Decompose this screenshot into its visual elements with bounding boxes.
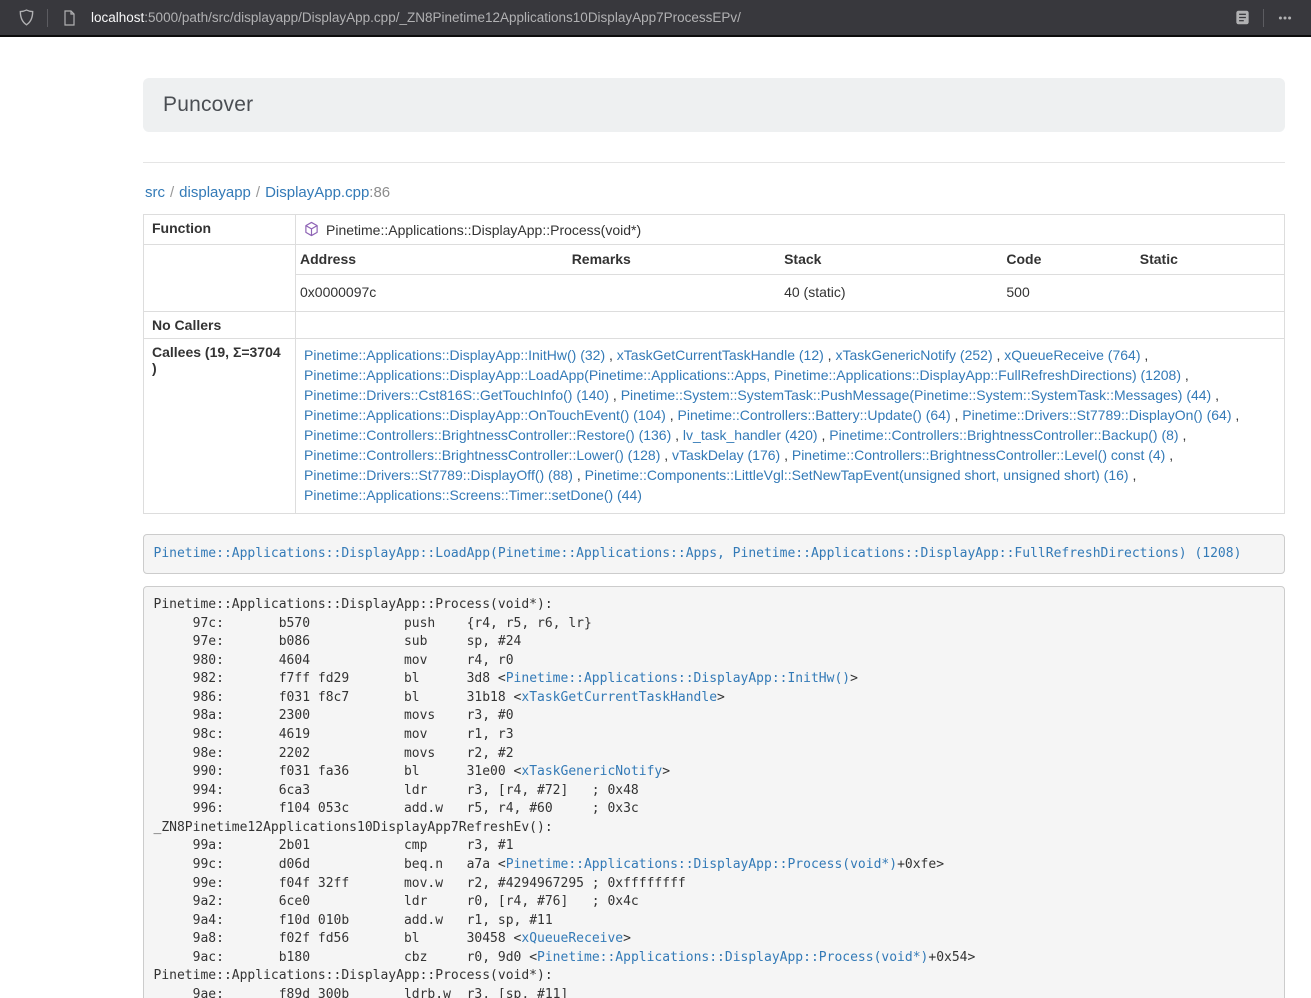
callee-separator: , [666, 407, 678, 423]
callees-list: Pinetime::Applications::DisplayApp::Init… [296, 339, 1285, 514]
address-bar[interactable]: localhost:5000/path/src/displayapp/Displ… [91, 10, 1228, 25]
callee-separator: , [573, 467, 585, 483]
stats-header-code: Code [1002, 245, 1135, 275]
app-header: Puncover [143, 78, 1285, 132]
callee-separator: , [1165, 447, 1173, 463]
callee-link[interactable]: Pinetime::Applications::Screens::Timer::… [304, 487, 642, 503]
code-symbol-link[interactable]: Pinetime::Applications::DisplayApp::Proc… [537, 950, 928, 965]
callee-separator: , [951, 407, 963, 423]
callee-link[interactable]: Pinetime::Applications::DisplayApp::OnTo… [304, 407, 666, 423]
page-container: Puncover src / displayapp / DisplayApp.cpp:8… [143, 78, 1285, 998]
stats-stack: 40 (static) [780, 275, 1002, 312]
shield-icon[interactable] [12, 5, 40, 31]
divider [143, 162, 1285, 163]
assembly-code: Pinetime::Applications::DisplayApp::Proc… [143, 586, 1285, 998]
callee-link[interactable]: xTaskGenericNotify (252) [835, 347, 992, 363]
stats-row-label [144, 245, 296, 312]
menu-meatball-icon[interactable] [1271, 5, 1299, 31]
callees-label: Callees (19, Σ=3704 ) [144, 339, 296, 514]
callee-link[interactable]: Pinetime::Applications::DisplayApp::Load… [304, 367, 1181, 383]
code-symbol-link[interactable]: Pinetime::Applications::DisplayApp::Init… [506, 671, 850, 686]
callee-link[interactable]: Pinetime::Controllers::Battery::Update()… [678, 407, 951, 423]
callee-separator: , [993, 347, 1005, 363]
callee-link[interactable]: xQueueReceive (764) [1004, 347, 1140, 363]
stats-value-row: 0x0000097c 40 (static) 500 [296, 275, 1284, 312]
callee-separator: , [1211, 387, 1219, 403]
cube-package-icon [304, 221, 319, 240]
callee-separator: , [1181, 367, 1189, 383]
callee-link[interactable]: lv_task_handler (420) [683, 427, 818, 443]
biggest-callee-box: Pinetime::Applications::DisplayApp::Load… [143, 534, 1285, 574]
code-symbol-link[interactable]: xQueueReceive [521, 931, 623, 946]
callee-separator: , [1232, 407, 1240, 423]
reader-view-icon[interactable] [1228, 5, 1256, 31]
function-name: Pinetime::Applications::DisplayApp::Proc… [326, 222, 641, 238]
callee-link[interactable]: Pinetime::Controllers::BrightnessControl… [829, 427, 1178, 443]
page-title: Puncover [163, 93, 1265, 117]
breadcrumb-displayapp[interactable]: displayapp [179, 184, 251, 201]
callee-link[interactable]: Pinetime::Controllers::BrightnessControl… [304, 427, 671, 443]
code-symbol-link[interactable]: xTaskGetCurrentTaskHandle [521, 690, 717, 705]
code-symbol-link[interactable]: Pinetime::Applications::DisplayApp::Proc… [506, 857, 897, 872]
url-host: localhost [91, 10, 144, 25]
stats-header-static: Static [1136, 245, 1284, 275]
callees-row: Callees (19, Σ=3704 ) Pinetime::Applicat… [144, 339, 1285, 514]
callee-separator: , [780, 447, 792, 463]
stats-header-remarks: Remarks [568, 245, 780, 275]
callee-separator: , [1129, 467, 1137, 483]
function-row-label: Function [144, 215, 296, 245]
breadcrumb-separator: / [170, 184, 174, 201]
callee-link[interactable]: Pinetime::Applications::DisplayApp::Init… [304, 347, 605, 363]
stats-code: 500 [1002, 275, 1135, 312]
stats-table: Address Remarks Stack Code Static 0x0000… [296, 245, 1284, 311]
toolbar-divider [1263, 9, 1264, 27]
stats-address: 0x0000097c [296, 275, 568, 312]
callee-link[interactable]: Pinetime::System::SystemTask::PushMessag… [621, 387, 1212, 403]
stats-row: Address Remarks Stack Code Static 0x0000… [144, 245, 1285, 312]
callers-row: No Callers [144, 312, 1285, 339]
biggest-callee-link[interactable]: Pinetime::Applications::DisplayApp::Load… [154, 546, 1242, 561]
callee-link[interactable]: Pinetime::Drivers::Cst816S::GetTouchInfo… [304, 387, 609, 403]
callee-link[interactable]: Pinetime::Controllers::BrightnessControl… [304, 447, 660, 463]
callee-link[interactable]: Pinetime::Drivers::St7789::DisplayOn() (… [962, 407, 1231, 423]
callee-separator: , [609, 387, 621, 403]
callee-separator: , [671, 427, 683, 443]
stats-header-stack: Stack [780, 245, 1002, 275]
callee-separator: , [1179, 427, 1187, 443]
callee-link[interactable]: vTaskDelay (176) [672, 447, 780, 463]
callee-separator: , [605, 347, 617, 363]
breadcrumb: src / displayapp / DisplayApp.cpp:86 [145, 184, 1285, 201]
symbol-table: Function Pinetime::Applications::Display… [143, 214, 1285, 514]
callee-link[interactable]: xTaskGetCurrentTaskHandle (12) [617, 347, 824, 363]
callee-link[interactable]: Pinetime::Drivers::St7789::DisplayOff() … [304, 467, 573, 483]
callee-link[interactable]: Pinetime::Components::LittleVgl::SetNewT… [585, 467, 1129, 483]
callee-separator: , [1140, 347, 1148, 363]
breadcrumb-separator: / [256, 184, 260, 201]
breadcrumb-line-number: :86 [369, 184, 390, 201]
stats-remarks [568, 275, 780, 312]
stats-header-address: Address [296, 245, 568, 275]
url-path: :5000/path/src/displayapp/DisplayApp.cpp… [144, 10, 741, 25]
callee-separator: , [824, 347, 836, 363]
breadcrumb-file[interactable]: DisplayApp.cpp [265, 184, 369, 201]
toolbar-divider [47, 9, 48, 27]
page-icon[interactable] [55, 5, 83, 31]
callee-separator: , [818, 427, 830, 443]
no-callers-label: No Callers [144, 312, 296, 339]
stats-static [1136, 275, 1284, 312]
browser-toolbar: localhost:5000/path/src/displayapp/Displ… [0, 0, 1311, 37]
callee-separator: , [660, 447, 672, 463]
callee-link[interactable]: Pinetime::Controllers::BrightnessControl… [792, 447, 1165, 463]
breadcrumb-src[interactable]: src [145, 184, 165, 201]
function-row: Function Pinetime::Applications::Display… [144, 215, 1285, 245]
code-symbol-link[interactable]: xTaskGenericNotify [521, 764, 662, 779]
